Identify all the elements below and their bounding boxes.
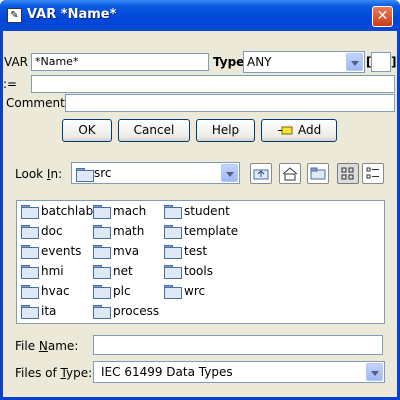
file-list[interactable]: batchlab doc events hmi hvac ita mach ma…	[16, 200, 385, 324]
close-button[interactable]: ✕	[372, 6, 393, 27]
folder-icon	[93, 245, 111, 259]
new-folder-button[interactable]	[307, 163, 329, 184]
files-of-type-value: IEC 61499 Data Types	[101, 365, 233, 379]
type-value: ANY	[247, 55, 272, 69]
files-of-type-label: Files of Type:	[15, 366, 93, 380]
name-field[interactable]: *Name*	[31, 53, 209, 71]
cancel-button[interactable]: Cancel	[118, 119, 190, 142]
folder-icon	[21, 285, 39, 299]
chevron-down-icon[interactable]	[221, 164, 238, 182]
folder-icon	[93, 205, 111, 219]
type-combo[interactable]: ANY	[243, 51, 365, 73]
list-view-button[interactable]	[337, 163, 359, 184]
type-label: Type	[213, 55, 245, 69]
folder-icon	[93, 285, 111, 299]
folder-icon	[164, 205, 182, 219]
folder-icon	[93, 305, 111, 319]
comment-label: Comment	[6, 96, 65, 110]
look-in-value: src	[94, 166, 112, 180]
folder-icon	[21, 245, 39, 259]
up-folder-icon	[253, 169, 269, 180]
window-title: VAR *Name*	[27, 7, 117, 22]
folder-icon	[164, 285, 182, 299]
up-folder-button[interactable]	[250, 163, 272, 184]
array-size-field[interactable]	[371, 52, 391, 72]
array-close-bracket: ]	[391, 55, 397, 69]
app-icon: ✎	[7, 8, 22, 23]
list-view-icon	[341, 167, 354, 180]
init-value-field[interactable]	[31, 75, 395, 93]
help-button[interactable]: Help	[196, 119, 255, 142]
comment-field[interactable]	[65, 94, 395, 112]
chevron-down-icon[interactable]	[366, 363, 383, 381]
folder-icon	[93, 265, 111, 279]
file-name-field[interactable]	[93, 335, 383, 355]
folder-icon	[21, 305, 39, 319]
look-in-label: Look In:	[15, 167, 63, 181]
chevron-down-icon[interactable]	[346, 53, 363, 71]
add-icon	[278, 126, 293, 135]
file-name-label: File Name:	[15, 339, 79, 353]
folder-icon	[21, 265, 39, 279]
title-bar[interactable]: ✎ VAR *Name* ✕	[0, 0, 400, 31]
dialog-body: VAR *Name* Type ANY [ ] := Comment OK Ca…	[3, 31, 397, 397]
home-button[interactable]	[279, 163, 301, 184]
folder-icon	[164, 245, 182, 259]
var-label: VAR	[4, 55, 28, 69]
folder-icon	[164, 225, 182, 239]
details-view-button[interactable]	[362, 163, 384, 184]
look-in-combo[interactable]: src	[71, 162, 240, 184]
add-button[interactable]: Add	[261, 119, 337, 142]
folder-icon	[164, 265, 182, 279]
details-view-icon	[366, 167, 379, 179]
new-folder-icon	[310, 167, 326, 180]
folder-icon	[21, 225, 39, 239]
init-value-label: :=	[3, 77, 18, 91]
add-label: Add	[298, 123, 322, 137]
close-icon: ✕	[376, 8, 389, 24]
folder-icon	[76, 168, 94, 182]
folder-icon	[21, 205, 39, 219]
home-icon	[282, 167, 298, 181]
files-of-type-combo[interactable]: IEC 61499 Data Types	[93, 361, 385, 383]
folder-icon	[93, 225, 111, 239]
dialog-window: ✎ VAR *Name* ✕ VAR *Name* Type ANY [ ] :…	[0, 0, 400, 400]
ok-button[interactable]: OK	[62, 119, 112, 142]
